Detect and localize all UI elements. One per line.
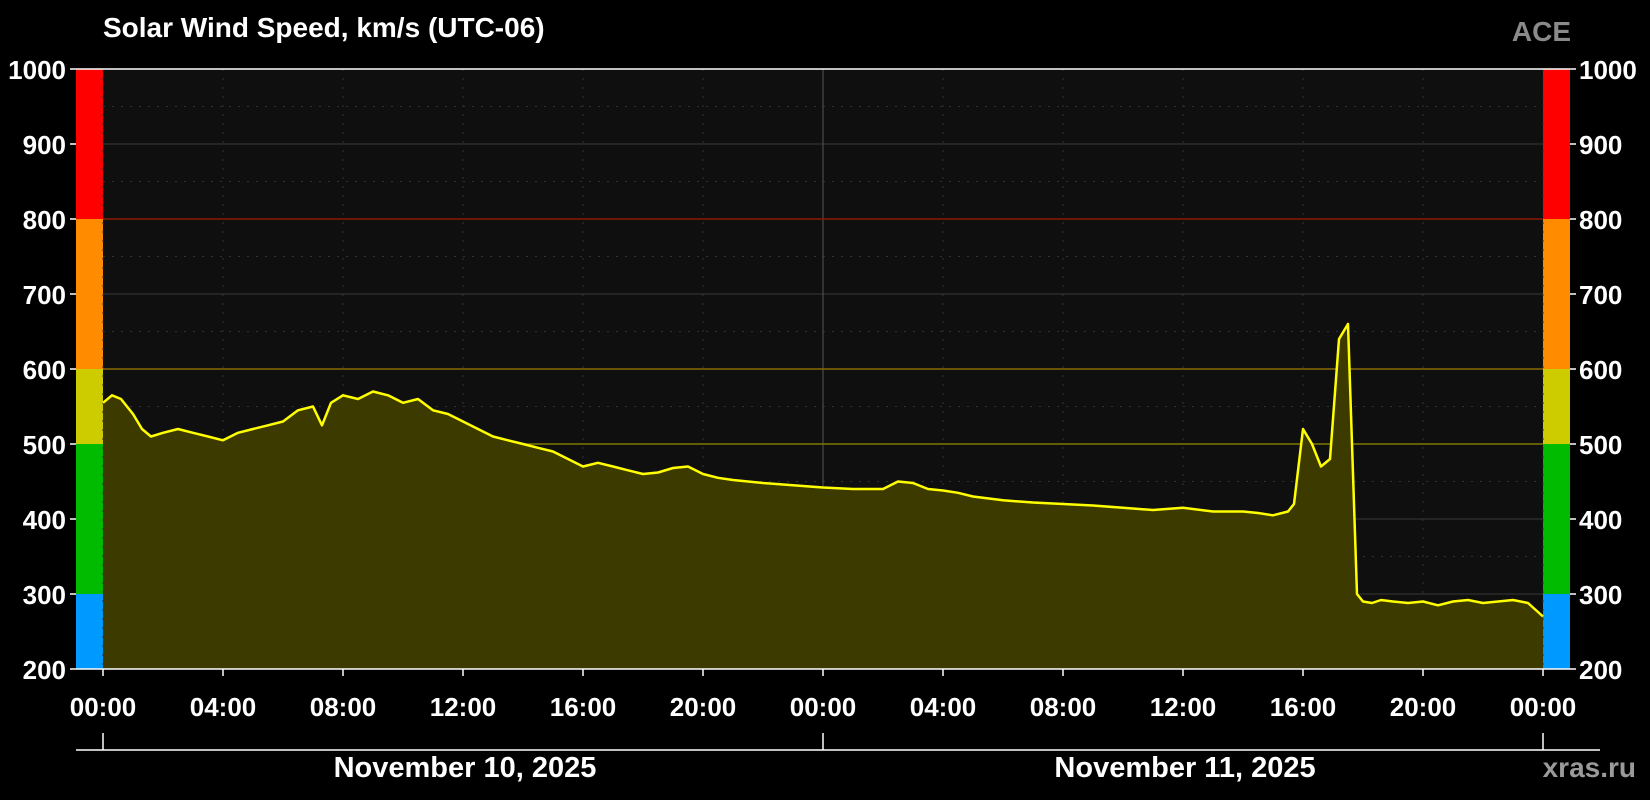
x-tick-label: 00:00 <box>70 692 137 722</box>
chart-title: Solar Wind Speed, km/s (UTC-06) <box>103 12 545 43</box>
y-tick-label-right: 700 <box>1579 280 1622 310</box>
x-tick-label: 04:00 <box>190 692 257 722</box>
y-tick-label-right: 500 <box>1579 430 1622 460</box>
y-tick-label-right: 400 <box>1579 505 1622 535</box>
date-label-day2: November 11, 2025 <box>1054 752 1316 784</box>
level-band-left <box>76 69 103 219</box>
level-band-left <box>76 594 103 669</box>
y-tick-label-left: 400 <box>23 505 66 535</box>
y-tick-label-left: 800 <box>23 205 66 235</box>
y-tick-label-right: 1000 <box>1579 55 1637 85</box>
x-tick-label: 00:00 <box>790 692 857 722</box>
level-band-left <box>76 444 103 594</box>
x-tick-label: 12:00 <box>430 692 497 722</box>
x-tick-label: 16:00 <box>1270 692 1337 722</box>
y-tick-label-left: 1000 <box>8 55 66 85</box>
y-tick-label-right: 200 <box>1579 655 1622 685</box>
level-band-right <box>1543 594 1570 669</box>
level-band-right <box>1543 369 1570 444</box>
x-tick-label: 16:00 <box>550 692 617 722</box>
watermark: xras.ru <box>1542 752 1636 783</box>
y-tick-label-right: 300 <box>1579 580 1622 610</box>
level-band-left <box>76 369 103 444</box>
level-band-right <box>1543 444 1570 594</box>
x-tick-label: 08:00 <box>310 692 377 722</box>
solar-wind-chart: 200 200 300 300 400 400 500 500 600 600 700 700 800 8… <box>8 55 1637 751</box>
level-band-right <box>1543 219 1570 369</box>
x-tick-label: 20:00 <box>670 692 737 722</box>
y-tick-label-left: 900 <box>23 130 66 160</box>
y-tick-label-left: 200 <box>23 655 66 685</box>
y-tick-label-right: 900 <box>1579 130 1622 160</box>
x-tick-label: 12:00 <box>1150 692 1217 722</box>
y-tick-label-right: 800 <box>1579 205 1622 235</box>
y-tick-label-left: 300 <box>23 580 66 610</box>
date-label-day1: November 10, 2025 <box>333 752 597 784</box>
x-tick-labels: 00:00 04:00 08:00 12:00 16:00 20:00 00:00 04:00… <box>70 669 1577 722</box>
x-tick-label: 08:00 <box>1030 692 1097 722</box>
level-band-left <box>76 219 103 369</box>
x-tick-label: 00:00 <box>1510 692 1577 722</box>
y-tick-label-left: 700 <box>23 280 66 310</box>
level-band-right <box>1543 69 1570 219</box>
y-tick-label-left: 500 <box>23 430 66 460</box>
x-tick-label: 20:00 <box>1390 692 1457 722</box>
y-tick-label-right: 600 <box>1579 355 1622 385</box>
x-tick-label: 04:00 <box>910 692 977 722</box>
y-tick-label-left: 600 <box>23 355 66 385</box>
source-label: ACE <box>1511 16 1571 47</box>
